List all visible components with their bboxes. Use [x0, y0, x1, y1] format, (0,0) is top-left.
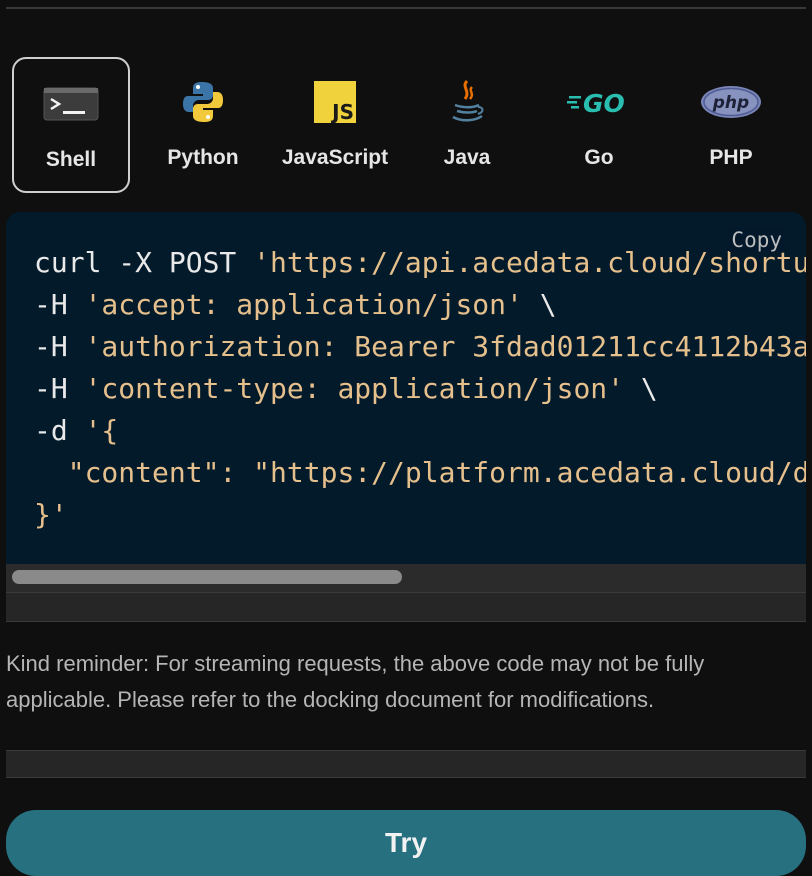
tab-java[interactable]: Java — [408, 57, 526, 193]
tab-label: Java — [443, 146, 491, 169]
code-line: }' — [34, 498, 68, 531]
panel-footer-bar — [6, 592, 806, 622]
javascript-icon: JS — [276, 79, 394, 125]
tab-go[interactable]: GO Go — [540, 57, 658, 193]
code-line: -H 'accept: application/json' \ — [34, 288, 557, 321]
tab-label: Go — [584, 146, 614, 169]
language-tabs: Shell Python JS JavaScript Java GO Go ph… — [12, 57, 802, 195]
svg-text:JS: JS — [330, 100, 354, 123]
code-line: curl -X POST 'https://api.acedata.cloud/… — [34, 246, 806, 279]
go-icon: GO — [540, 79, 658, 125]
tab-shell[interactable]: Shell — [12, 57, 130, 193]
java-icon — [408, 79, 526, 125]
scrollbar-thumb[interactable] — [12, 570, 402, 584]
streaming-reminder-text: Kind reminder: For streaming requests, t… — [6, 651, 705, 712]
tab-label: JavaScript — [281, 146, 389, 169]
python-icon — [144, 79, 262, 125]
code-block: curl -X POST 'https://api.acedata.cloud/… — [6, 212, 806, 564]
svg-text:GO: GO — [583, 89, 625, 117]
code-line: -H 'authorization: Bearer 3fdad01211cc41… — [34, 330, 806, 363]
section-divider-bar — [6, 750, 806, 778]
code-horizontal-scrollbar[interactable] — [6, 564, 806, 592]
tab-label: PHP — [709, 146, 753, 169]
code-line: -H 'content-type: application/json' \ — [34, 372, 658, 405]
top-divider — [6, 7, 806, 9]
svg-text:php: php — [712, 93, 749, 113]
code-text: curl -X POST 'https://api.acedata.cloud/… — [34, 242, 806, 536]
php-icon: php — [672, 79, 790, 125]
terminal-icon — [14, 81, 128, 127]
try-button[interactable]: Try — [6, 810, 806, 876]
tab-label: Python — [167, 146, 239, 169]
tab-label: Shell — [45, 148, 97, 171]
code-line: -d '{ — [34, 414, 119, 447]
tab-python[interactable]: Python — [144, 57, 262, 193]
tab-php[interactable]: php PHP — [672, 57, 790, 193]
tab-javascript[interactable]: JS JavaScript — [276, 57, 394, 193]
code-line: "content": "https://platform.acedata.clo… — [67, 456, 806, 489]
copy-button[interactable]: Copy — [729, 228, 784, 252]
